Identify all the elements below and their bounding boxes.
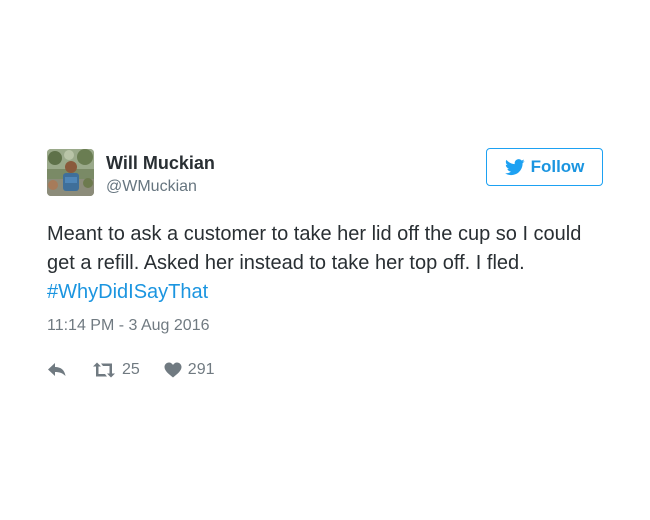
- reply-icon: [48, 363, 66, 376]
- avatar[interactable]: [47, 149, 94, 196]
- like-button[interactable]: 291: [164, 361, 215, 379]
- retweet-count: 25: [122, 361, 140, 378]
- follow-label: Follow: [530, 157, 585, 176]
- tweet-text: Meant to ask a customer to take her lid …: [47, 220, 603, 307]
- follow-button[interactable]: Follow: [486, 148, 603, 186]
- user-handle[interactable]: @WMuckian: [106, 177, 215, 197]
- retweet-icon: [93, 362, 115, 378]
- retweet-button[interactable]: 25: [92, 361, 140, 379]
- hashtag-link[interactable]: #WhyDidISayThat: [47, 281, 208, 303]
- tweet-card: Will Muckian @WMuckian Follow Meant to a…: [47, 148, 603, 381]
- reply-button[interactable]: [47, 362, 67, 378]
- display-name[interactable]: Will Muckian: [106, 152, 215, 174]
- heart-icon: [164, 362, 182, 378]
- author-names: Will Muckian @WMuckian: [106, 152, 215, 197]
- tweet-timestamp[interactable]: 11:14 PM - 3 Aug 2016: [47, 316, 603, 336]
- tweet-header: Will Muckian @WMuckian Follow: [47, 148, 603, 198]
- like-count: 291: [187, 361, 215, 378]
- twitter-bird-icon: [504, 158, 525, 175]
- tweet-actions: 25 291: [47, 359, 603, 381]
- tweet-body: Meant to ask a customer to take her lid …: [47, 223, 582, 274]
